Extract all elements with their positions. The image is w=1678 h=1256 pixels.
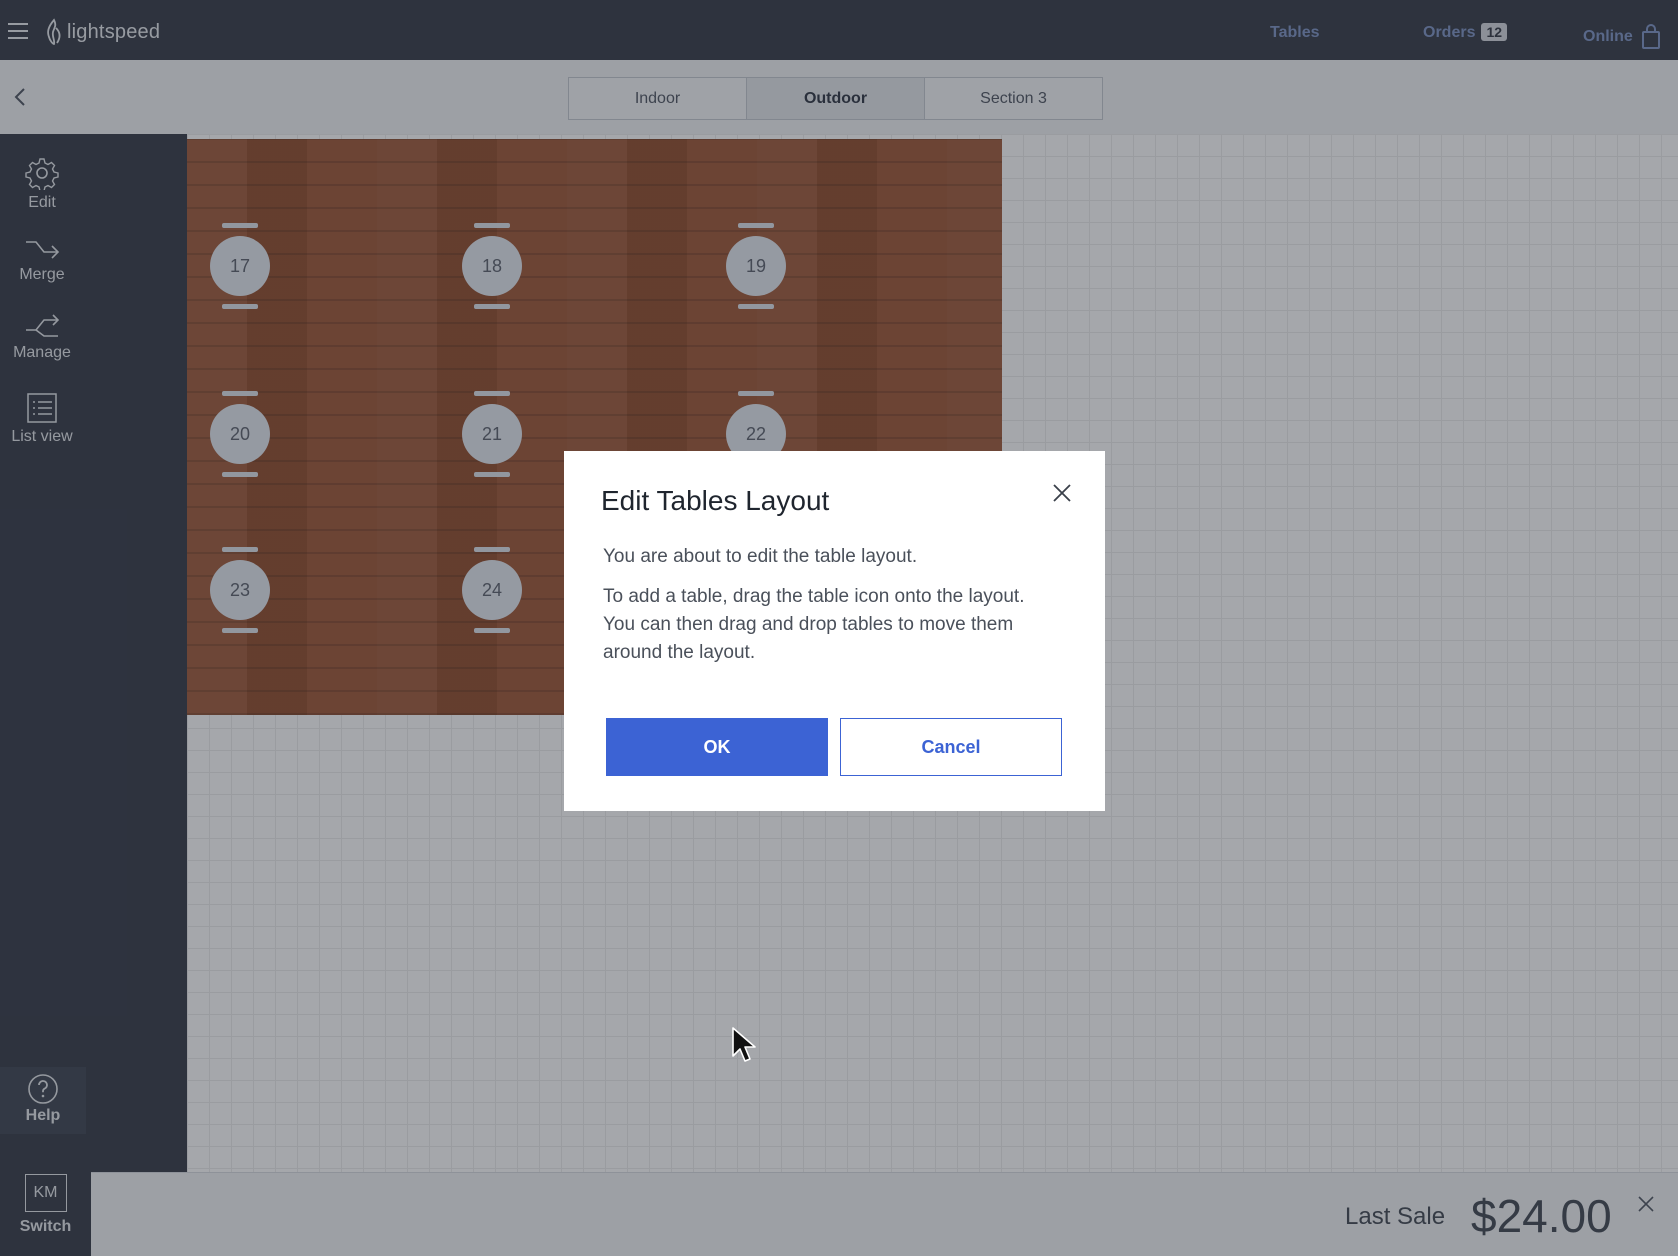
- dialog-message: You are about to edit the table layout.: [603, 546, 918, 567]
- edit-layout-dialog: Edit Tables Layout You are about to edit…: [564, 451, 1105, 811]
- close-icon[interactable]: [1050, 481, 1074, 505]
- cancel-button[interactable]: Cancel: [840, 718, 1062, 776]
- ok-button[interactable]: OK: [606, 718, 828, 776]
- dialog-instructions: To add a table, drag the table icon onto…: [603, 586, 1025, 663]
- mouse-cursor-icon: [732, 1027, 756, 1062]
- dialog-title: Edit Tables Layout: [601, 485, 830, 516]
